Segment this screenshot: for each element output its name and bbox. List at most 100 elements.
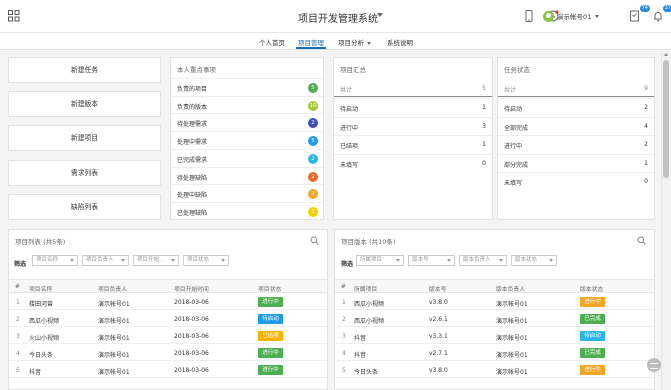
cell-name: 火山小视频 (29, 335, 60, 342)
filter-project-start[interactable]: 项目开始... (133, 255, 179, 266)
table-row[interactable]: 2 西瓜小视频 v2.6.1 演示帐号01 已完成 (335, 311, 654, 327)
total-value: 5 (482, 85, 486, 92)
cell-no: 1 (16, 299, 20, 306)
list-item[interactable]: 未填写 0 (334, 153, 492, 171)
list-item[interactable]: 已结项 1 (334, 135, 492, 152)
cell-owner: 演示帐号01 (98, 352, 130, 359)
status-badge: 进行中 (258, 365, 283, 375)
filter-project-owner[interactable]: 项目负责人 (82, 255, 129, 266)
list-item[interactable]: 待处理需求 2 (171, 113, 323, 131)
stat-value: 4 (644, 122, 648, 130)
nav-item-analysis[interactable]: 项目分析 (338, 37, 371, 47)
nav-item-projects[interactable]: 项目管理 (298, 37, 324, 47)
count-badge: 2 (308, 153, 318, 164)
table-row[interactable]: 4 今日头条 演示帐号01 2018-03-06 进行中 (9, 345, 327, 361)
cell-no: 3 (342, 333, 346, 340)
count-badge: 1 (308, 206, 318, 217)
cell-start: 2018-03-06 (174, 333, 209, 340)
table-row[interactable]: 3 抖音 v3.3.1 演示帐号01 待启动 (335, 328, 654, 344)
new-task-button[interactable]: 新建任务 (8, 57, 161, 83)
search-icon[interactable] (310, 236, 319, 245)
stat-label: 未填写 (504, 180, 523, 187)
table-row[interactable]: 2 西瓜小视频 演示帐号01 2018-03-06 待启动 (9, 311, 327, 327)
list-item[interactable]: 负责的版本 10 (171, 95, 323, 114)
mobile-icon[interactable] (522, 9, 536, 23)
chevron-down-icon (171, 259, 175, 262)
count-badge: 5 (308, 83, 318, 93)
table-row[interactable]: 1 西瓜小视频 v3.8.0 演示帐号01 进行中 (335, 294, 654, 310)
scroll-up-icon[interactable] (664, 53, 668, 56)
todo-label: 已完成需求 (177, 156, 208, 164)
list-item[interactable]: 负责的项目 5 (171, 78, 323, 96)
defects-list-button[interactable]: 缺陷列表 (8, 194, 161, 220)
top-bar: 项目开发管理系统 演示帐号01 74 37 (0, 0, 671, 33)
filter-version-project[interactable]: 所属项目 (356, 255, 404, 266)
list-item[interactable]: 部分完成 1 (498, 153, 654, 171)
user-menu[interactable]: 演示帐号01 (543, 9, 600, 23)
list-item[interactable]: 待启动 2 (498, 98, 654, 115)
status-badge: 待启动 (580, 331, 605, 341)
cell-no: 5 (16, 367, 20, 374)
scrollbar-thumb[interactable] (663, 60, 669, 178)
list-item[interactable]: 未填写 0 (498, 172, 654, 189)
chevron-down-icon (121, 259, 125, 262)
nav-item-home[interactable]: 个人首页 (259, 37, 285, 47)
filter-version-project-text: 所属项目 (360, 257, 383, 263)
floating-menu-button[interactable] (647, 358, 661, 372)
messages-button[interactable]: 37 (651, 5, 671, 23)
requirements-list-button[interactable]: 需求列表 (8, 160, 161, 186)
list-item[interactable]: 进行中 2 (498, 135, 654, 152)
todo-label: 处理中需求 (177, 139, 208, 147)
version-list-panel: 项目版本 (共10条) 筛选 所属项目 版本号 版本负责人 版本状态 # 所属项… (334, 229, 655, 390)
stat-value: 2 (644, 141, 648, 148)
cell-no: 4 (16, 350, 20, 357)
filter-project-status[interactable]: 项目状态 (183, 255, 229, 266)
todo-label: 负责的版本 (177, 103, 208, 111)
filter-version-status[interactable]: 版本状态 (511, 255, 557, 266)
table-row[interactable]: 5 今日头条 v3.8.0 演示帐号01 进行中 (335, 362, 654, 378)
stat-label: 全部完成 (504, 124, 529, 132)
search-icon[interactable] (637, 236, 646, 245)
table-row[interactable]: 4 抖音 v2.7.1 演示帐号01 已完成 (335, 345, 654, 361)
status-badge: 进行中 (258, 297, 283, 307)
col-project-owner: 项目负责人 (98, 287, 127, 293)
nav-item-docs[interactable]: 系统说明 (387, 37, 413, 47)
col-project-name: 项目名称 (29, 287, 53, 293)
new-project-button[interactable]: 新建项目 (8, 125, 161, 151)
apps-grid-icon[interactable] (8, 10, 20, 22)
count-badge: 2 (308, 171, 318, 182)
table-row[interactable]: 5 抖音 演示帐号01 2018-03-06 进行中 (9, 362, 327, 378)
filter-version-owner[interactable]: 版本负责人 (459, 255, 507, 266)
cell-project: 抖音 (354, 335, 367, 342)
cell-no: 3 (16, 333, 20, 340)
cell-owner: 演示帐号01 (496, 335, 528, 342)
total-value: 9 (644, 85, 648, 92)
todo-title: 本人重点事项 (177, 66, 216, 74)
table-row[interactable]: 3 火山小视频 演示帐号01 2018-03-06 已结项 (9, 328, 327, 344)
cell-owner: 演示帐号01 (98, 318, 130, 325)
chevron-down-icon[interactable] (377, 13, 383, 17)
app-title[interactable]: 项目开发管理系统 (298, 10, 378, 25)
filter-project-name[interactable]: 项目名称 (32, 255, 78, 266)
list-item[interactable]: 已完成需求 2 (171, 148, 323, 167)
cell-owner: 演示帐号01 (98, 369, 130, 376)
list-item[interactable]: 已处理缺陷 1 (171, 201, 323, 220)
list-item[interactable]: 待启动 1 (334, 98, 492, 115)
list-item[interactable]: 处理中需求 5 (171, 131, 323, 149)
table-row[interactable]: 1 楼田河曾 演示帐号01 2018-03-06 进行中 (9, 294, 327, 310)
list-item[interactable]: 全部完成 4 (498, 116, 654, 134)
stat-value: 3 (482, 122, 486, 130)
list-item[interactable]: 进行中 3 (334, 116, 492, 134)
cell-owner: 演示帐号01 (98, 301, 130, 308)
filter-project-owner-text: 项目负责人 (86, 257, 114, 263)
project-list-title: 项目列表 (共5条) (15, 238, 66, 246)
list-item[interactable]: 处理中缺陷 2 (171, 184, 323, 202)
list-item[interactable]: 待处理缺陷 2 (171, 166, 323, 185)
cell-name: 抖音 (29, 369, 42, 376)
tasks-button[interactable]: 74 (628, 5, 650, 23)
todo-label: 待处理缺陷 (177, 174, 208, 182)
stat-value: 0 (482, 159, 486, 167)
filter-version-number[interactable]: 版本号 (408, 255, 455, 266)
new-version-button[interactable]: 新建版本 (8, 91, 161, 117)
cell-name: 今日头条 (29, 352, 54, 359)
